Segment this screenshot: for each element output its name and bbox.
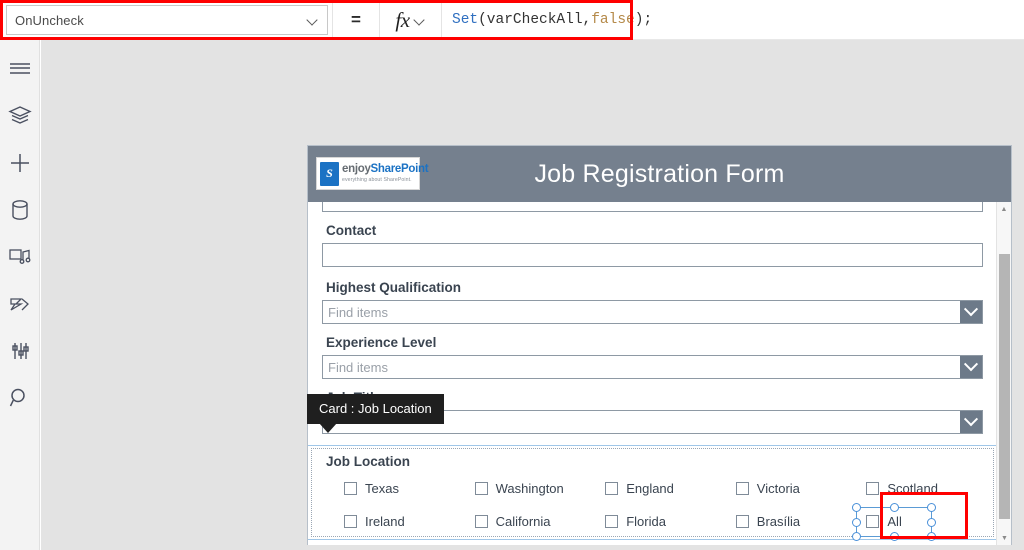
checkbox-england[interactable]: England	[587, 481, 718, 496]
brand-logo: S enjoySharePoint everything about Share…	[316, 157, 429, 190]
brand-title: enjoySharePoint	[342, 163, 429, 176]
fx-button[interactable]: fx	[380, 0, 442, 40]
advanced-tools-icon[interactable]	[6, 338, 34, 364]
checkbox-label: Florida	[626, 514, 666, 529]
left-rail	[0, 40, 40, 550]
brand-mark-glyph: S	[326, 166, 333, 180]
checkbox-box-icon[interactable]	[605, 515, 619, 528]
checkbox-label: Scotland	[887, 481, 938, 496]
field-label-job-location: Job Location	[326, 454, 410, 469]
formula-token-args: (varCheckAll,	[478, 11, 592, 28]
checkbox-box-icon[interactable]	[344, 482, 357, 495]
formula-input[interactable]: Set (varCheckAll, false);	[442, 0, 1024, 39]
highest-qualification-combobox[interactable]: Find items	[322, 300, 983, 324]
checkbox-box-icon[interactable]	[474, 515, 488, 528]
formula-token-boolean: false	[591, 11, 635, 28]
checkbox-california[interactable]: California	[457, 514, 588, 529]
checkbox-label: Texas	[365, 481, 399, 496]
checkbox-label: Victoria	[756, 481, 800, 496]
contact-input[interactable]	[322, 243, 983, 267]
checkbox-label: Brasília	[756, 514, 801, 529]
card-job-location[interactable]: Job Location Texas Washington England Vi…	[308, 445, 997, 541]
brand-wordmark: enjoySharePoint everything about SharePo…	[342, 163, 429, 183]
power-automate-icon[interactable]	[6, 291, 34, 317]
app-preview-frame: S enjoySharePoint everything about Share…	[307, 145, 1012, 545]
formula-token-tail: );	[634, 11, 653, 28]
brand-word-primary: enjoy	[342, 163, 371, 176]
checkbox-brasilia[interactable]: Brasília	[718, 514, 849, 529]
resize-handle-top-left[interactable]	[852, 503, 862, 512]
checkbox-label: England	[626, 481, 674, 496]
checkbox-label: All	[887, 514, 902, 529]
field-label-highest-qualification: Highest Qualification	[326, 280, 462, 295]
brand-mark-icon: S	[320, 161, 339, 186]
checkbox-label: Washington	[495, 481, 564, 496]
checkbox-label: California	[495, 514, 551, 529]
resize-handle-middle-left[interactable]	[852, 517, 862, 527]
checkbox-florida[interactable]: Florida	[587, 514, 718, 529]
resize-handle-bottom-left[interactable]	[852, 532, 862, 541]
experience-level-placeholder: Find items	[328, 359, 388, 375]
form-field-input-clipped[interactable]	[322, 202, 983, 212]
resize-handle-top-center[interactable]	[889, 503, 899, 512]
checkbox-ireland[interactable]: Ireland	[326, 514, 457, 529]
checkbox-box-icon[interactable]	[866, 515, 880, 528]
checkbox-texas[interactable]: Texas	[326, 481, 457, 496]
scroll-up-arrow-icon[interactable]: ▲	[997, 202, 1011, 216]
search-icon[interactable]	[6, 385, 34, 411]
checkbox-washington[interactable]: Washington	[457, 481, 588, 496]
form-scroll-area: Contact Highest Qualification Find items…	[308, 202, 997, 545]
checkbox-box-icon[interactable]	[344, 515, 357, 528]
job-location-checkbox-grid: Texas Washington England Victoria Scotla…	[326, 481, 979, 541]
property-dropdown[interactable]: OnUncheck	[6, 5, 328, 35]
highest-qualification-placeholder: Find items	[328, 304, 388, 320]
data-source-icon[interactable]	[6, 197, 34, 223]
experience-level-combobox[interactable]: Find items	[322, 355, 983, 379]
form-scrollbar[interactable]: ▲ ▼	[996, 202, 1011, 545]
app-header: S enjoySharePoint everything about Share…	[308, 146, 1011, 202]
checkbox-box-icon[interactable]	[866, 482, 880, 495]
brand-tagline: everything about SharePoint.	[342, 176, 412, 183]
fx-icon: fx	[395, 7, 410, 32]
checkbox-box-icon[interactable]	[474, 482, 488, 495]
insert-plus-icon[interactable]	[6, 150, 34, 176]
chevron-down-icon	[414, 14, 426, 26]
tree-view-icon[interactable]	[6, 103, 34, 129]
resize-handle-top-right[interactable]	[927, 503, 937, 512]
checkbox-scotland[interactable]: Scotland	[848, 481, 979, 496]
checkbox-box-icon[interactable]	[605, 482, 619, 495]
chevron-down-icon[interactable]	[960, 411, 982, 433]
formula-bar: OnUncheck = fx Set (varCheckAll, false);	[0, 0, 1024, 40]
hamburger-menu-icon[interactable]	[6, 56, 34, 82]
field-label-experience-level: Experience Level	[326, 335, 437, 350]
scrollbar-thumb[interactable]	[999, 254, 1010, 519]
equals-sign: =	[332, 0, 380, 40]
chevron-down-icon[interactable]	[960, 356, 982, 378]
checkbox-box-icon[interactable]	[735, 515, 749, 528]
checkbox-box-icon[interactable]	[735, 482, 749, 495]
chevron-down-icon[interactable]	[960, 301, 982, 323]
media-icon[interactable]	[6, 244, 34, 270]
chevron-down-icon	[307, 14, 319, 26]
resize-handle-bottom-right[interactable]	[927, 532, 937, 541]
checkbox-victoria[interactable]: Victoria	[718, 481, 849, 496]
resize-handle-bottom-center[interactable]	[889, 532, 899, 541]
checkbox-all[interactable]: All	[848, 503, 979, 541]
property-dropdown-value: OnUncheck	[15, 12, 84, 28]
field-label-contact: Contact	[326, 223, 377, 238]
app-root: OnUncheck = fx Set(varCheckAll,false);	[0, 0, 1024, 550]
checkbox-label: Ireland	[365, 514, 405, 529]
tooltip-card-job-location: Card : Job Location	[307, 394, 444, 433]
brand-word-secondary: SharePoint	[370, 163, 429, 176]
form-body: Contact Highest Qualification Find items…	[308, 202, 1011, 545]
formula-token-function: Set	[452, 11, 479, 28]
scroll-down-arrow-icon[interactable]: ▼	[997, 531, 1011, 545]
resize-handle-middle-right[interactable]	[927, 517, 937, 527]
